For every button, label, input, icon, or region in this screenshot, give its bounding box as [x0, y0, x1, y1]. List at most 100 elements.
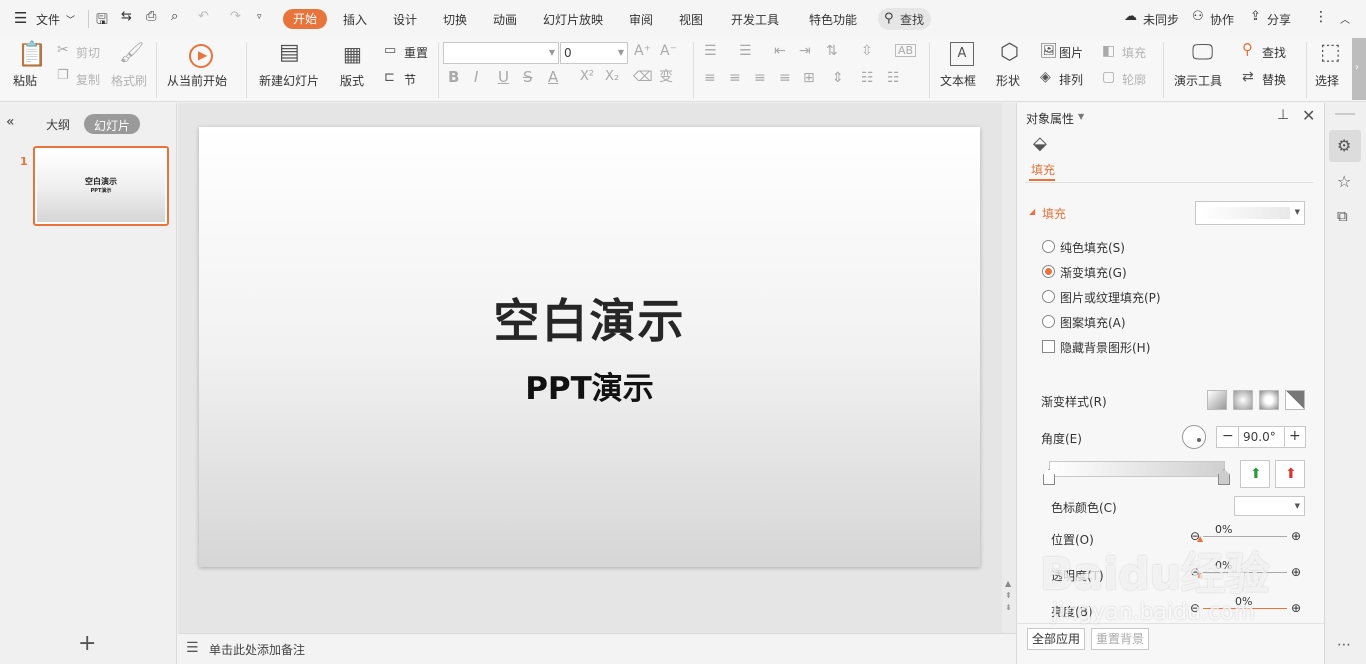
- tab-slides[interactable]: 幻灯片: [84, 114, 140, 134]
- fill-bucket-icon[interactable]: ⬙: [1033, 133, 1047, 154]
- tab-view[interactable]: 视图: [679, 11, 703, 28]
- format-painter-button[interactable]: 格式刷: [111, 72, 147, 89]
- notes-placeholder[interactable]: 单击此处添加备注: [209, 641, 305, 658]
- plus-icon[interactable]: +: [1289, 428, 1301, 444]
- plus-icon[interactable]: ⊕: [1291, 601, 1301, 615]
- distribute-icon[interactable]: ⊞: [803, 71, 815, 85]
- paragraph-spacing-icon[interactable]: ⇕: [832, 71, 844, 85]
- arrange-button[interactable]: 排列: [1059, 71, 1083, 88]
- tab-fill[interactable]: 填充: [1031, 161, 1055, 178]
- position-slider[interactable]: [1203, 536, 1287, 537]
- gradient-path-button[interactable]: [1285, 390, 1305, 410]
- presenter-icon[interactable]: 🖵: [1192, 42, 1213, 64]
- slide[interactable]: 空白演示 PPT演示: [199, 127, 980, 567]
- tab-outline[interactable]: 大纲: [46, 116, 70, 133]
- bullets-icon[interactable]: ☰: [704, 44, 717, 58]
- tab-animation[interactable]: 动画: [493, 11, 517, 28]
- font-size-select[interactable]: 0 ▼: [560, 42, 628, 64]
- fill-section-title[interactable]: 填充: [1042, 205, 1066, 222]
- more-icon[interactable]: ⋮: [1314, 9, 1328, 25]
- radio-solid-fill[interactable]: [1042, 240, 1055, 253]
- chevron-down-icon[interactable]: ﹀: [66, 13, 75, 26]
- brightness-slider[interactable]: [1203, 608, 1287, 609]
- line-spacing-icon[interactable]: ⇳: [861, 44, 873, 58]
- customize-icon[interactable]: ▿: [257, 12, 262, 22]
- underline-icon[interactable]: U: [498, 70, 509, 85]
- textbox-icon[interactable]: A: [950, 42, 974, 66]
- hamburger-icon[interactable]: ☰: [14, 9, 27, 27]
- cut-button[interactable]: 剪切: [76, 44, 100, 61]
- share-button[interactable]: 分享: [1267, 11, 1291, 28]
- properties-toggle[interactable]: ⚙: [1329, 130, 1361, 162]
- layout-icon[interactable]: ▦: [343, 44, 362, 64]
- radio-gradient-fill[interactable]: [1042, 265, 1055, 278]
- collapse-section-icon[interactable]: ◢: [1029, 207, 1035, 216]
- tab-developer[interactable]: 开发工具: [731, 11, 779, 28]
- paste-button[interactable]: 粘贴: [13, 72, 37, 89]
- replace-button[interactable]: 替换: [1262, 71, 1286, 88]
- columns-icon[interactable]: ☷: [861, 71, 874, 85]
- angle-stepper[interactable]: − 90.0° +: [1216, 426, 1306, 448]
- align-left-icon[interactable]: ≡: [704, 71, 716, 85]
- more-icon[interactable]: ⋯: [1337, 637, 1351, 653]
- remove-stop-button[interactable]: ⬆: [1275, 460, 1305, 488]
- add-stop-button[interactable]: ⬆: [1240, 460, 1270, 488]
- transition-icon[interactable]: ⧉: [1337, 207, 1348, 225]
- grow-font-icon[interactable]: A⁺: [634, 44, 651, 58]
- add-slide-icon[interactable]: +: [78, 631, 96, 656]
- angle-value[interactable]: 90.0°: [1243, 430, 1276, 444]
- plus-icon[interactable]: ⊕: [1291, 565, 1301, 579]
- align-center-icon[interactable]: ≡: [729, 71, 741, 85]
- stop-color-select[interactable]: ▼: [1234, 496, 1305, 516]
- find-button[interactable]: 查找: [1262, 44, 1286, 61]
- shape-button[interactable]: 形状: [996, 72, 1020, 89]
- hide-bg-checkbox[interactable]: [1042, 340, 1055, 353]
- notes-bar[interactable]: ☰ 单击此处添加备注: [178, 633, 1016, 664]
- tab-review[interactable]: 审阅: [629, 11, 653, 28]
- smart-art-icon[interactable]: AB: [895, 44, 917, 57]
- font-color-icon[interactable]: A: [548, 70, 558, 85]
- transparency-slider[interactable]: [1203, 572, 1287, 573]
- bold-icon[interactable]: B: [448, 70, 459, 85]
- picture-button[interactable]: 图片: [1059, 44, 1083, 61]
- reset-button[interactable]: 重置: [404, 44, 428, 61]
- increase-indent-icon[interactable]: ⇥: [799, 44, 811, 58]
- slider-thumb-icon[interactable]: ▲: [1197, 570, 1203, 579]
- print-preview-icon[interactable]: ⌕: [171, 9, 178, 24]
- play-icon[interactable]: ▶: [189, 44, 213, 68]
- redo-icon[interactable]: ↷: [230, 9, 241, 24]
- vertical-scrollbar[interactable]: ▲ ⇞ ⇟: [1002, 103, 1016, 633]
- gradient-radial-button[interactable]: [1233, 390, 1253, 410]
- close-icon[interactable]: ✕: [1302, 106, 1315, 125]
- tab-transition[interactable]: 切换: [443, 11, 467, 28]
- font-family-select[interactable]: ▼: [443, 42, 559, 64]
- next-slide-icon[interactable]: ⇟: [1005, 603, 1012, 612]
- clear-format-icon[interactable]: ⌫: [633, 70, 653, 84]
- pin-icon[interactable]: ⊥: [1277, 107, 1289, 123]
- radio-pattern-fill[interactable]: [1042, 315, 1055, 328]
- collapse-ribbon-icon[interactable]: ︿: [1340, 11, 1350, 26]
- select-icon[interactable]: ⬚: [1320, 42, 1341, 64]
- print-icon[interactable]: ⎙: [146, 9, 156, 24]
- new-slide-icon[interactable]: ▤: [279, 42, 300, 64]
- shape-icon[interactable]: ⬡: [1000, 42, 1019, 64]
- gradient-bar[interactable]: [1049, 461, 1225, 477]
- animation-icon[interactable]: ☆: [1337, 172, 1351, 191]
- section-button[interactable]: 节: [404, 71, 416, 88]
- plus-icon[interactable]: ⊕: [1291, 529, 1301, 543]
- subscript-icon[interactable]: X₂: [605, 70, 619, 83]
- minus-icon[interactable]: −: [1222, 428, 1234, 444]
- angle-dial[interactable]: [1182, 425, 1206, 449]
- slide-subtitle[interactable]: PPT演示: [199, 363, 980, 408]
- file-menu[interactable]: 文件: [36, 11, 60, 28]
- layout-button[interactable]: 版式: [340, 72, 364, 89]
- presenter-tools-button[interactable]: 演示工具: [1174, 72, 1222, 89]
- panel-title[interactable]: 对象属性: [1026, 110, 1074, 127]
- save-icon[interactable]: 🖫: [96, 9, 108, 33]
- search-box[interactable]: ⚲ 查找: [878, 8, 931, 30]
- align-text-icon[interactable]: ☷: [887, 71, 900, 85]
- gradient-linear-button[interactable]: [1207, 390, 1227, 410]
- tab-home[interactable]: 开始: [283, 9, 327, 29]
- shrink-font-icon[interactable]: A⁻: [660, 44, 677, 58]
- align-right-icon[interactable]: ≡: [754, 71, 766, 85]
